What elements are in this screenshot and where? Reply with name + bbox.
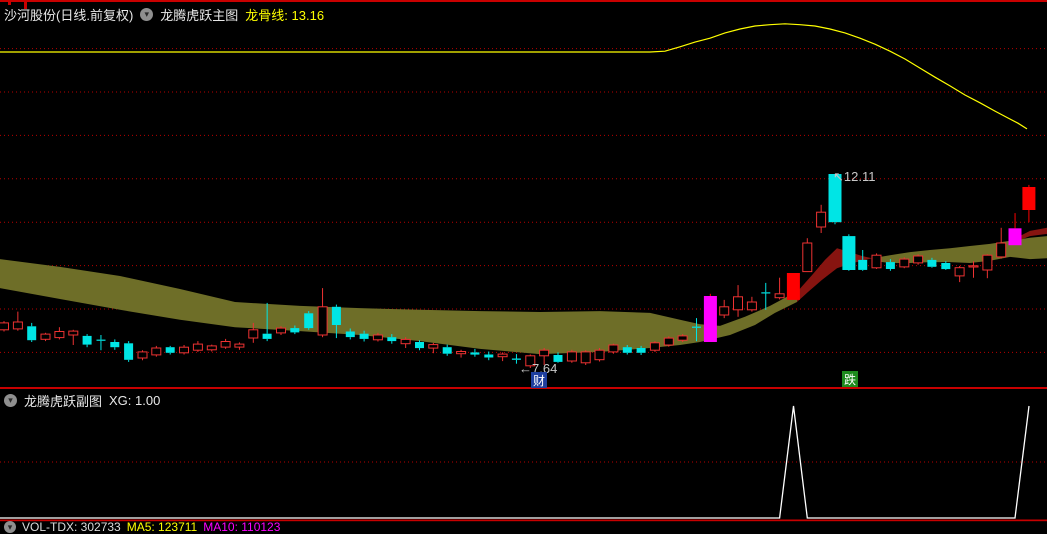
candle-body [761,292,771,294]
chevron-down-icon[interactable]: ▾ [140,8,154,21]
volume-pane-header-clipped: ▾ VOL-TDX: 302733 MA5: 123711 MA10: 1101… [4,520,280,534]
candle-body [110,342,120,348]
candle-body [871,254,882,269]
candle-body [220,341,231,348]
main-chart-header: 沙河股份(日线.前复权) ▾ 龙腾虎跃主图 龙骨线: 13.16 [4,5,324,24]
candle-body [470,352,480,355]
candle-body [331,306,341,325]
candle-body [622,347,632,353]
candle-body [913,255,924,264]
stock-title: 沙河股份(日线.前复权) [4,8,134,23]
candle-body [677,335,688,341]
candle-body [802,242,813,273]
candle-body [359,333,369,339]
sub-chart-header: ▾ 龙腾虎跃副图 XG: 1.00 [4,391,160,410]
badge-die: 跌 [842,371,858,387]
chevron-down-icon[interactable]: ▾ [4,394,17,407]
sub-indicator-label: 龙腾虎跃副图 [24,394,103,409]
candle-body [304,313,314,329]
candle-body [566,351,577,362]
pane-divider [0,387,1047,389]
signal-bar-magenta [703,296,717,342]
chevron-glyph: ▾ [7,521,13,532]
candle-body [165,347,175,353]
main-indicator-label: 龙腾虎跃主图 [160,8,239,23]
chart-canvas[interactable] [0,0,1047,526]
candle-body [774,293,785,299]
candle-body [842,236,856,270]
candle-body [400,338,411,345]
chevron-glyph: ▾ [144,9,150,19]
ma10-label: MA10: 110123 [203,520,281,534]
candle-body [636,348,646,353]
signal-bar-magenta [1008,228,1022,246]
candle-body [124,343,134,360]
candle-body [137,351,148,359]
candle-body [96,339,106,341]
candle-body [387,337,397,342]
candle-body [899,258,910,268]
top-border [0,0,1047,2]
candle-body [442,347,452,354]
candle-body [594,349,605,361]
candle-body [733,296,743,311]
chevron-down-icon[interactable]: ▾ [4,521,16,533]
candle-body [719,306,730,316]
candle-body [290,328,300,333]
trading-app-window: 沙河股份(日线.前复权) ▾ 龙腾虎跃主图 龙骨线: 13.16 ▾ 龙腾虎跃副… [0,0,1047,534]
candle-body [40,333,51,340]
candle-body [746,301,757,311]
candle-body [234,343,245,348]
candle-body [580,351,591,364]
badge-cai: 财 [531,372,547,388]
ma5-label: MA5: 123711 [126,520,198,534]
candle-body [692,326,701,328]
candle-body [816,211,827,228]
candle-body [151,347,162,356]
candle-body [885,262,895,269]
candle-body [82,335,92,345]
candle-body [941,263,951,270]
candle-body [192,343,203,351]
band-olive-left [0,259,797,355]
candle-body [996,242,1007,258]
candle-body [12,321,23,330]
candle-body [317,306,328,336]
candle-body [511,358,521,360]
signal-bar-red [1022,187,1036,210]
candle-body [982,254,993,271]
candle-body [68,330,79,336]
xg-value: XG: 1.00 [109,393,161,408]
candle-body [276,327,286,334]
candle-body [0,322,9,331]
candle-body [649,342,660,351]
candle-body [484,354,494,358]
candle-body [858,259,868,270]
high-price-annotation: ↖12.11 [833,169,876,184]
candle-body [608,344,619,353]
candle-body [206,345,217,351]
chevron-glyph: ▾ [8,395,13,405]
xg-line [0,405,1030,519]
candle-body [262,333,272,339]
candle-body [345,331,355,338]
candle-body [179,346,189,354]
candle-body [968,265,979,268]
candle-body [372,334,383,341]
candle-body [497,353,508,358]
candle-body [954,267,965,277]
candle-body [54,331,65,339]
candle-body [927,259,937,267]
candle-body [27,326,37,341]
candle-body [539,349,550,357]
dragon-line [0,23,1028,130]
candle-body [415,342,424,349]
candle-body [663,337,674,346]
signal-bar-red [786,273,800,300]
dragon-line-value: 龙骨线: 13.16 [245,8,325,23]
candle-body [248,329,259,339]
candle-body [428,344,439,349]
vol-label: VOL-TDX: 302733 [22,520,121,534]
candle-body [456,351,467,355]
